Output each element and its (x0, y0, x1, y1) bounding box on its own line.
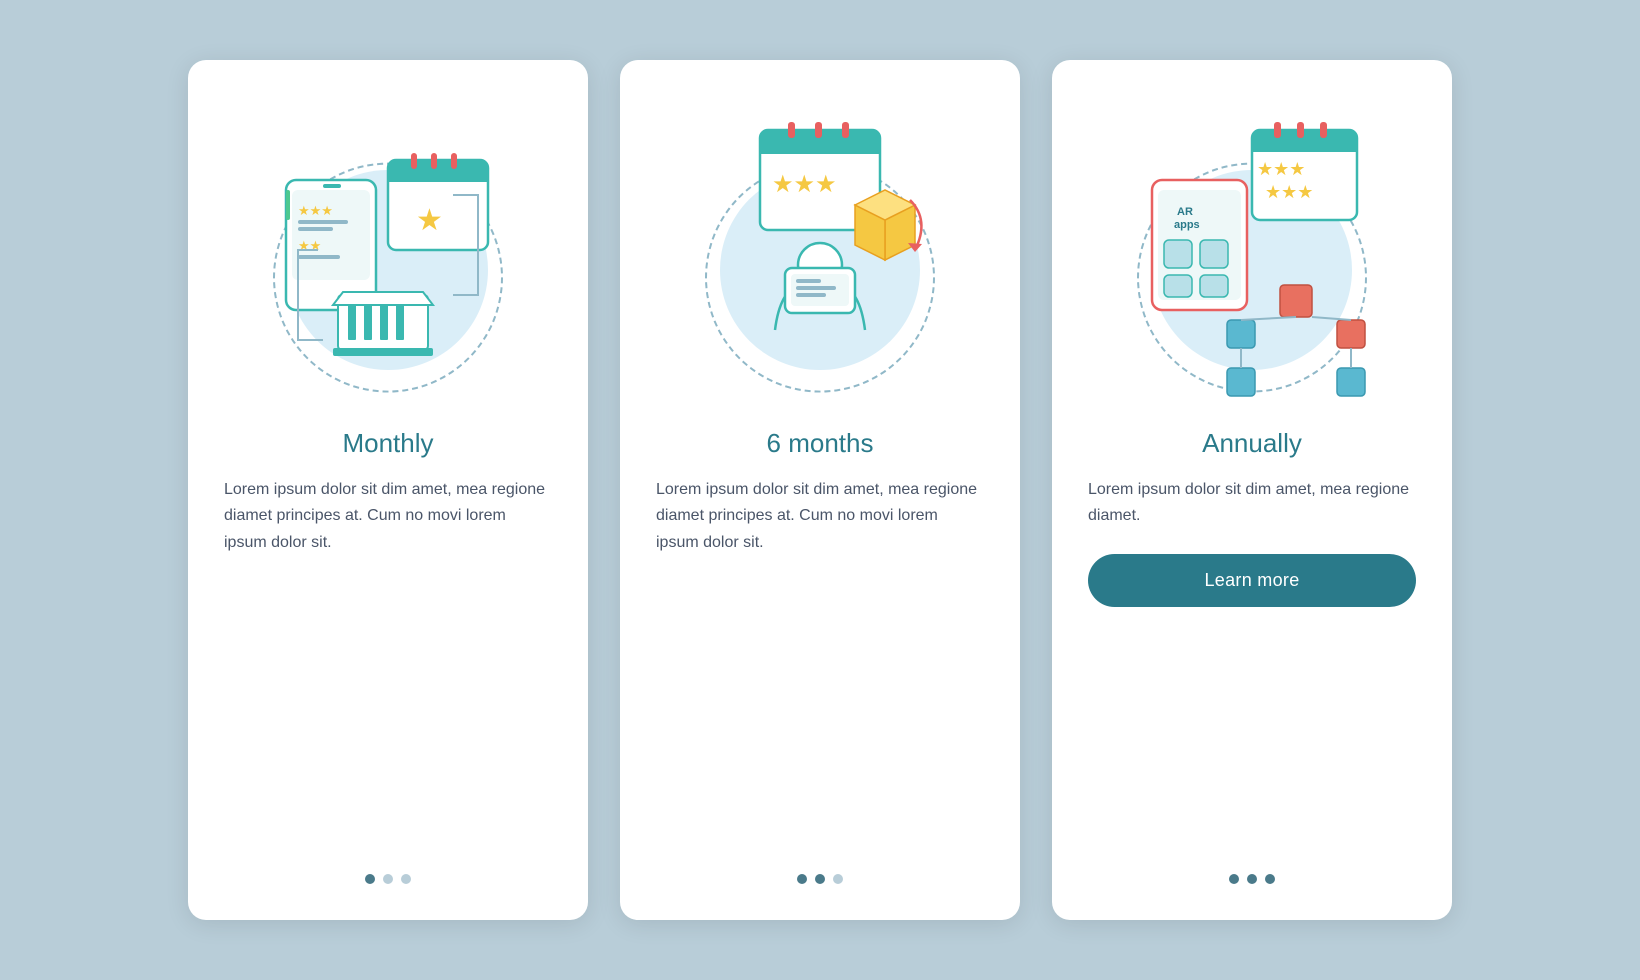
monthly-dots (365, 862, 411, 884)
annually-dots (1229, 862, 1275, 884)
annually-svg: AR apps ★★★ ★★★ (1132, 100, 1372, 400)
card-6months: ★★★ 6 months (620, 60, 1020, 920)
learn-more-button[interactable]: Learn more (1088, 554, 1416, 607)
svg-text:★: ★ (416, 204, 443, 237)
svg-text:★★★: ★★★ (298, 203, 333, 218)
dot-3 (833, 874, 843, 884)
dot-1 (797, 874, 807, 884)
dot-3 (401, 874, 411, 884)
dot-2 (1247, 874, 1257, 884)
6months-title: 6 months (767, 428, 874, 459)
annually-text: Lorem ipsum dolor sit dim amet, mea regi… (1088, 477, 1416, 530)
6months-svg: ★★★ (700, 100, 940, 400)
annually-title: Annually (1202, 428, 1302, 459)
svg-text:apps: apps (1174, 219, 1200, 231)
svg-text:★★★: ★★★ (772, 171, 837, 198)
cards-container: ★★★ ★★ ★ (188, 60, 1452, 920)
svg-text:★★★: ★★★ (1257, 159, 1305, 179)
illustration-monthly: ★★★ ★★ ★ (268, 100, 508, 400)
card-monthly: ★★★ ★★ ★ (188, 60, 588, 920)
6months-text: Lorem ipsum dolor sit dim amet, mea regi… (656, 477, 984, 556)
monthly-text: Lorem ipsum dolor sit dim amet, mea regi… (224, 477, 552, 556)
monthly-title: Monthly (342, 428, 433, 459)
dot-2 (383, 874, 393, 884)
dot-2 (815, 874, 825, 884)
6months-dots (797, 862, 843, 884)
illustration-6months: ★★★ (700, 100, 940, 400)
dot-1 (1229, 874, 1239, 884)
monthly-svg: ★★★ ★★ ★ (268, 100, 508, 400)
illustration-annually: AR apps ★★★ ★★★ (1132, 100, 1372, 400)
dot-3 (1265, 874, 1275, 884)
svg-text:AR: AR (1177, 206, 1193, 218)
card-annually: AR apps ★★★ ★★★ (1052, 60, 1452, 920)
svg-text:★★★: ★★★ (1265, 182, 1313, 202)
dot-1 (365, 874, 375, 884)
